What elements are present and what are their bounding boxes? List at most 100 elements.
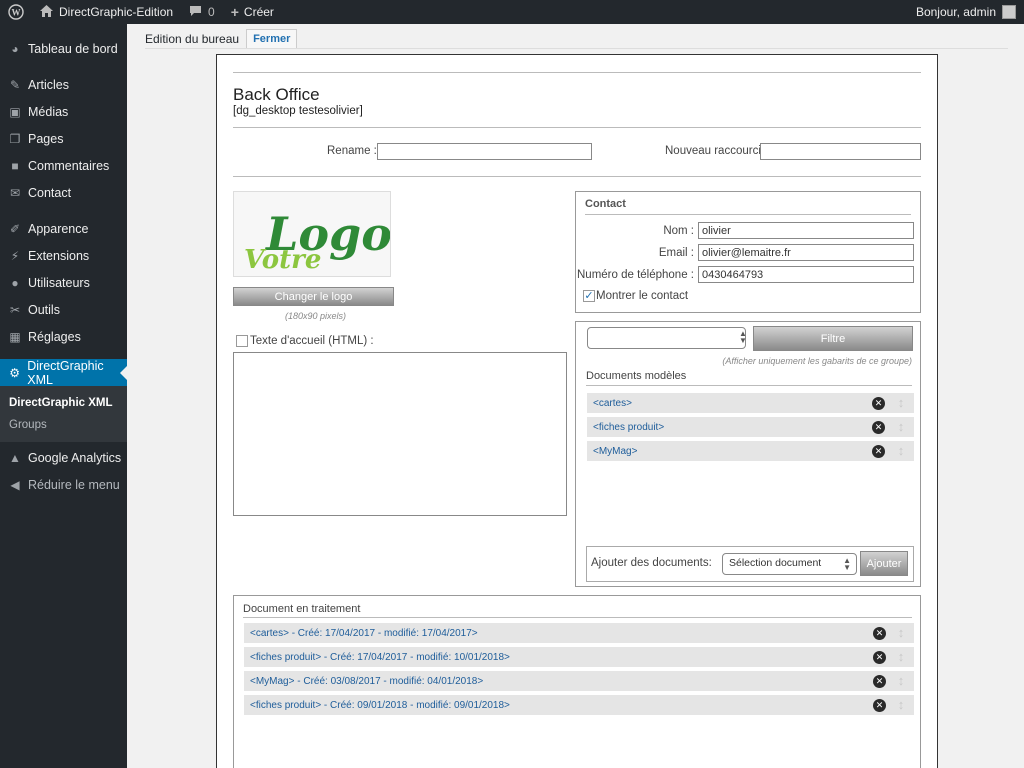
processing-item-label: <fiches produit> - Créé: 17/04/2017 - mo… [250, 651, 510, 663]
filter-button[interactable]: Filtre [753, 326, 913, 351]
comments-link[interactable]: 0 [181, 0, 223, 24]
name-input[interactable] [698, 222, 914, 239]
template-item-label: <MyMag> [593, 445, 638, 457]
remove-icon[interactable]: ✕ [873, 675, 886, 688]
add-documents-label: Ajouter des documents: [591, 557, 712, 569]
remove-icon[interactable]: ✕ [872, 421, 885, 434]
submenu-item-directgraphic-xml[interactable]: DirectGraphic XML [0, 392, 127, 414]
drag-handle-icon[interactable]: ↕ [896, 443, 906, 459]
remove-icon[interactable]: ✕ [872, 445, 885, 458]
sidebar-item-medias[interactable]: ▣ Médias [0, 98, 127, 125]
sidebar-item-directgraphic-xml[interactable]: ⚙ DirectGraphic XML [0, 359, 127, 387]
create-label: Créer [243, 5, 274, 19]
email-input[interactable] [698, 244, 914, 261]
welcome-text-checkbox[interactable] [236, 335, 248, 347]
submenu-item-groups[interactable]: Groups [0, 414, 127, 436]
sidebar-item-users[interactable]: ● Utilisateurs [0, 269, 127, 296]
phone-input[interactable] [698, 266, 914, 283]
sidebar-item-articles[interactable]: ✎ Articles [0, 71, 127, 98]
templates-section-title: Documents modèles [586, 370, 687, 382]
processing-item[interactable]: <fiches produit> - Créé: 09/01/2018 - mo… [244, 695, 914, 715]
drag-handle-icon[interactable]: ↕ [896, 395, 906, 411]
sidebar-item-appearance[interactable]: ✐ Apparence [0, 215, 127, 242]
wordpress-logo-icon[interactable]: W [0, 0, 32, 24]
add-documents-row: Ajouter des documents: Sélection documen… [586, 546, 914, 582]
logo-size-note: (180x90 pixels) [285, 311, 347, 321]
sidebar-item-collapse-menu[interactable]: ◀ Réduire le menu [0, 471, 127, 498]
show-contact-checkbox[interactable]: ✓ [583, 290, 595, 302]
main-content: Edition du bureau Fermer Back Office [dg… [127, 24, 1024, 768]
svg-text:W: W [12, 8, 21, 18]
processing-title: Document en traitement [243, 603, 361, 615]
desktop-editor-panel: Back Office [dg_desktop testesolivier] R… [216, 54, 938, 768]
site-name: DirectGraphic-Edition [59, 5, 174, 19]
processing-item[interactable]: <MyMag> - Créé: 03/08/2017 - modifié: 04… [244, 671, 914, 691]
phone-label: Numéro de téléphone : [577, 269, 694, 281]
plus-icon: + [230, 4, 239, 20]
account-menu[interactable]: Bonjour, admin [908, 0, 1024, 24]
processing-item[interactable]: <cartes> - Créé: 17/04/2017 - modifié: 1… [244, 623, 914, 643]
comment-bubble-icon [189, 5, 202, 20]
sidebar-item-dashboard[interactable]: ◕ Tableau de bord [0, 35, 127, 62]
shortcut-input[interactable] [760, 143, 921, 160]
greeting: Bonjour, admin [915, 5, 996, 19]
template-item[interactable]: <cartes> ✕ ↕ [587, 393, 914, 413]
divider [233, 176, 921, 177]
logo-preview: Logo Votre [233, 191, 391, 277]
plugin-icon: ⚡ [10, 248, 20, 263]
contact-title: Contact [585, 198, 626, 210]
add-document-button[interactable]: Ajouter [860, 551, 908, 576]
welcome-text-label: Texte d'accueil (HTML) : [250, 335, 374, 347]
processing-box: Document en traitement <cartes> - Créé: … [233, 595, 921, 768]
site-name-link[interactable]: DirectGraphic-Edition [32, 0, 181, 24]
template-item-label: <cartes> [593, 397, 632, 409]
select-arrows-icon: ▲ ▼ [843, 556, 851, 572]
remove-icon[interactable]: ✕ [873, 651, 886, 664]
sidebar-item-comments[interactable]: ■ Commentaires [0, 152, 127, 179]
remove-icon[interactable]: ✕ [872, 397, 885, 410]
pages-icon: ❐ [9, 131, 21, 146]
change-logo-button[interactable]: Changer le logo [233, 287, 394, 306]
group-select[interactable] [587, 327, 746, 349]
drag-handle-icon[interactable]: ↕ [896, 419, 906, 435]
admin-sidebar: ◕ Tableau de bord ✎ Articles ▣ Médias ❐ … [0, 24, 127, 768]
drag-handle-icon[interactable]: ↕ [896, 697, 906, 713]
sidebar-item-contact[interactable]: ✉ Contact [0, 179, 127, 206]
page-title: Edition du bureau [145, 32, 240, 46]
remove-icon[interactable]: ✕ [873, 627, 886, 640]
drag-handle-icon[interactable]: ↕ [896, 625, 906, 641]
sidebar-item-google-analytics[interactable]: ▲ Google Analytics [0, 444, 127, 471]
template-item[interactable]: <fiches produit> ✕ ↕ [587, 417, 914, 437]
welcome-text-area[interactable] [233, 352, 567, 516]
processing-item-label: <cartes> - Créé: 17/04/2017 - modifié: 1… [250, 627, 478, 639]
remove-icon[interactable]: ✕ [873, 699, 886, 712]
processing-item[interactable]: <fiches produit> - Créé: 17/04/2017 - mo… [244, 647, 914, 667]
sidebar-item-tools[interactable]: ✂ Outils [0, 296, 127, 323]
media-icon: ▣ [9, 104, 21, 119]
panel-title: Back Office [233, 85, 320, 104]
pin-icon: ✎ [9, 77, 21, 92]
template-item-label: <fiches produit> [593, 421, 665, 433]
logo-image: Logo Votre [244, 207, 390, 275]
document-select[interactable]: Sélection document ▲ ▼ [722, 553, 857, 575]
sidebar-item-pages[interactable]: ❐ Pages [0, 125, 127, 152]
settings-icon: ▦ [9, 329, 21, 344]
admin-bar: W DirectGraphic-Edition 0 + Créer Bonjou… [0, 0, 1024, 24]
header-divider [145, 48, 1008, 49]
sidebar-item-settings[interactable]: ▦ Réglages [0, 323, 127, 350]
sidebar-submenu: DirectGraphic XML Groups [0, 386, 127, 442]
create-new-link[interactable]: + Créer [223, 0, 282, 24]
drag-handle-icon[interactable]: ↕ [896, 673, 906, 689]
close-button[interactable]: Fermer [246, 29, 298, 49]
drag-handle-icon[interactable]: ↕ [896, 649, 906, 665]
templates-box: ▲ ▼ Filtre (Afficher uniquement les gabar… [575, 321, 921, 587]
logo-text-bottom: Votre [244, 245, 321, 275]
processing-item-label: <fiches produit> - Créé: 09/01/2018 - mo… [250, 699, 510, 711]
brush-icon: ✐ [9, 221, 21, 236]
sidebar-item-extensions[interactable]: ⚡ Extensions [0, 242, 127, 269]
divider [585, 214, 911, 215]
rename-input[interactable] [377, 143, 592, 160]
wrench-icon: ✂ [9, 302, 21, 317]
template-item[interactable]: <MyMag> ✕ ↕ [587, 441, 914, 461]
filter-note: (Afficher uniquement les gabarits de ce … [722, 356, 912, 366]
